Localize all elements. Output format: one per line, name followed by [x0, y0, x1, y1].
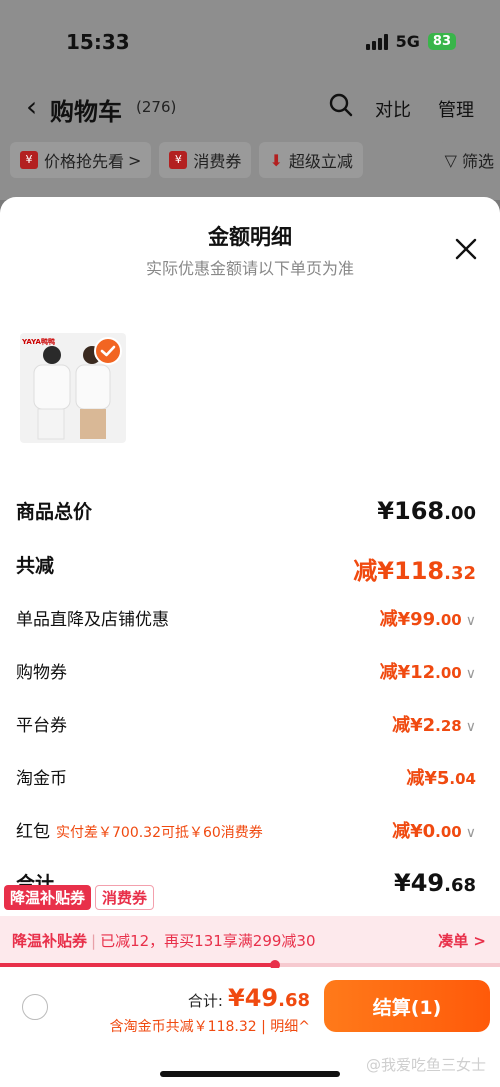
cart-count: (276) [136, 98, 177, 116]
checkout-button[interactable]: 结算(1) [324, 980, 490, 1032]
selected-check-icon[interactable] [94, 337, 122, 365]
chip-label: 超级立减 [288, 152, 353, 171]
checkout-discount-detail[interactable]: 含淘金币共减￥118.32 | 明细^ [110, 1016, 310, 1036]
progress-fill [0, 963, 275, 967]
sheet-subtitle: 实际优惠金额请以下单页为准 [145, 259, 354, 278]
coupon-icon: ¥ [169, 151, 188, 169]
item-label: 红包 实付差￥700.32可抵￥60消费券 [16, 822, 263, 842]
promo-tags: 降温补贴券 消费券 [4, 885, 155, 910]
red-packet-note: 实付差￥700.32可抵￥60消费券 [56, 825, 263, 841]
item-value: 减¥99.00 ∨ [379, 609, 476, 630]
back-icon[interactable]: ‹ [26, 90, 37, 123]
promo-bar[interactable]: 降温补贴券 | 已减12，再买131享满299减30 凑单 > [0, 916, 500, 964]
promo-progress [0, 960, 500, 970]
compare-button[interactable]: 对比 [375, 96, 411, 122]
filter-chips: ¥ 价格抢先看 > ¥ 消费券 ⬇ 超级立减 ▽ 筛选 [10, 142, 500, 178]
chip-price-preview[interactable]: ¥ 价格抢先看 > [10, 142, 152, 178]
select-all-checkbox[interactable] [22, 994, 48, 1020]
item-value: 减¥2.28 ∨ [392, 715, 476, 736]
search-icon[interactable] [328, 92, 354, 118]
home-indicator [160, 1071, 340, 1077]
chip-super-discount[interactable]: ⬇ 超级立减 [259, 142, 363, 178]
total-price-value: ¥168.00 [377, 497, 476, 525]
row-direct-discount[interactable]: 单品直降及店铺优惠 减¥99.00 ∨ [16, 605, 476, 635]
status-time: 15:33 [66, 30, 130, 54]
status-bar: 15:33 5G 83 [0, 0, 500, 80]
yen-icon: ¥ [20, 151, 38, 169]
down-arrow-icon: ⬇ [269, 150, 283, 170]
tag-consumer-coupon: 消费券 [95, 885, 155, 910]
filter-icon: ▽ [444, 150, 457, 170]
chip-label: 价格抢先看 [44, 152, 125, 171]
add-items-link[interactable]: 凑单 > [438, 930, 486, 951]
tag-cooling-subsidy: 降温补贴券 [4, 885, 92, 910]
close-icon[interactable] [454, 237, 478, 261]
promo-text: 降温补贴券 | 已减12，再买131享满299减30 [12, 932, 316, 950]
row-taojinbi: 淘金币 减¥5.04 [16, 764, 476, 794]
item-value: 减¥5.04 [406, 768, 476, 789]
item-value: 减¥0.00 ∨ [392, 821, 476, 842]
total-reduce-value: 减¥118.32 [353, 557, 476, 585]
sheet-title: 金额明细 [208, 225, 292, 249]
signal-icon [365, 33, 388, 50]
sum-value: ¥49.68 [394, 869, 476, 897]
total-reduce-label: 共减 [16, 555, 55, 577]
checkout-bar: 合计: ¥49.68 含淘金币共减￥118.32 | 明细^ 结算(1) [0, 968, 500, 1046]
chip-coupon[interactable]: ¥ 消费券 [159, 142, 252, 178]
network-label: 5G [395, 32, 420, 51]
page-title: 购物车 [50, 98, 122, 126]
total-price-label: 商品总价 [16, 501, 93, 523]
item-value: 减¥12.00 ∨ [379, 662, 476, 683]
nav-bar: ‹ 购物车 (276) 对比 管理 [0, 86, 500, 130]
item-label: 单品直降及店铺优惠 [16, 610, 169, 630]
chevron-down-icon: ∨ [465, 719, 476, 735]
battery-icon: 83 [427, 33, 456, 50]
chip-label: 消费券 [193, 152, 242, 171]
watermark: @我爱吃鱼三女士 [365, 1056, 486, 1074]
chevron-down-icon: ∨ [465, 613, 476, 629]
row-shopping-coupon[interactable]: 购物券 减¥12.00 ∨ [16, 658, 476, 688]
chip-filter[interactable]: ▽ 筛选 [438, 142, 500, 178]
row-red-packet[interactable]: 红包 实付差￥700.32可抵￥60消费券 减¥0.00 ∨ [16, 817, 476, 847]
product-brand: YAYA鸭鸭 [22, 338, 55, 346]
manage-button[interactable]: 管理 [438, 96, 474, 122]
row-platform-coupon[interactable]: 平台券 减¥2.28 ∨ [16, 711, 476, 741]
item-label: 平台券 [16, 716, 67, 736]
chevron-down-icon: ∨ [465, 825, 476, 841]
chip-label: 筛选 [461, 152, 494, 171]
chevron-down-icon: ∨ [465, 666, 476, 682]
row-total-reduce: 共减 减¥118.32 [16, 551, 476, 585]
item-label: 淘金币 [16, 769, 67, 789]
status-indicators: 5G 83 [365, 32, 456, 51]
checkout-sum: 合计: ¥49.68 [187, 984, 310, 1012]
row-total-price: 商品总价 ¥168.00 [16, 497, 476, 527]
chip-arrow: > [128, 150, 142, 170]
item-label: 购物券 [16, 663, 67, 683]
